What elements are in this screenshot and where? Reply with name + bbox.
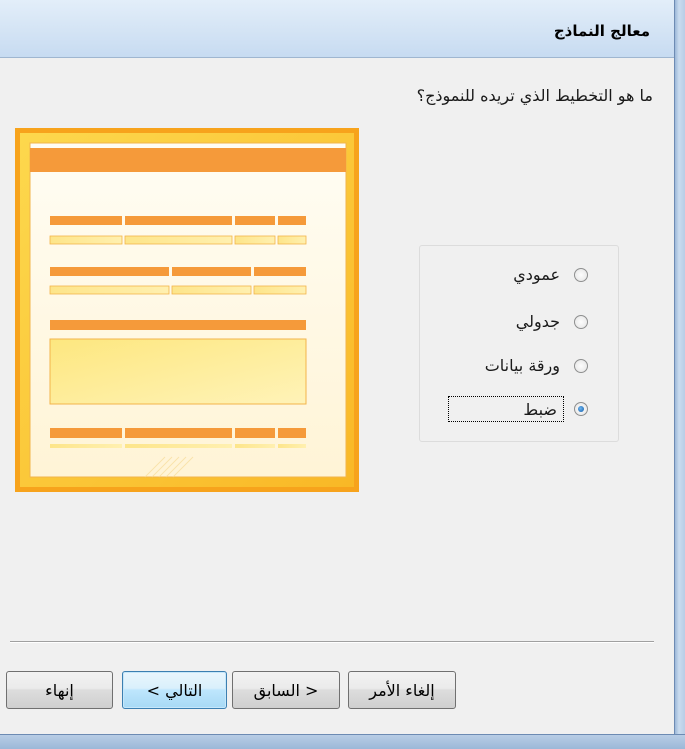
- radio-button-icon[interactable]: [574, 402, 588, 416]
- radio-button-icon[interactable]: [574, 358, 588, 373]
- layout-option-tabular[interactable]: جدولي: [512, 310, 588, 333]
- layout-options-group: عمودي جدولي ورقة بيانات ضبط: [419, 245, 619, 442]
- layout-option-label: ورقة بيانات: [484, 356, 560, 375]
- layout-option-columnar[interactable]: عمودي: [509, 263, 588, 286]
- finish-button[interactable]: إنهاء: [6, 671, 113, 709]
- window-title: معالج النماذج: [553, 22, 650, 40]
- next-button[interactable]: التالي >: [122, 671, 227, 709]
- back-button[interactable]: < السابق: [232, 671, 340, 709]
- radio-button-icon[interactable]: [574, 314, 588, 329]
- window-frame-bottom: [0, 734, 685, 749]
- layout-option-datasheet[interactable]: ورقة بيانات: [481, 354, 588, 377]
- form-layout-preview-icon: [15, 128, 359, 492]
- cancel-button[interactable]: إلغاء الأمر: [348, 671, 456, 709]
- radio-button-icon[interactable]: [574, 267, 588, 282]
- separator-line: [10, 641, 654, 643]
- layout-question: ما هو التخطيط الذي تريده للنموذج؟: [416, 86, 653, 105]
- window-frame-right: [674, 0, 685, 749]
- title-bar: معالج النماذج: [0, 0, 674, 58]
- layout-option-justified[interactable]: ضبط: [448, 396, 588, 422]
- form-wizard-window: معالج النماذج ما هو التخطيط الذي تريده ل…: [0, 0, 685, 749]
- layout-option-label: جدولي: [515, 312, 560, 331]
- layout-option-label: ضبط: [448, 396, 564, 422]
- layout-option-label: عمودي: [513, 265, 560, 284]
